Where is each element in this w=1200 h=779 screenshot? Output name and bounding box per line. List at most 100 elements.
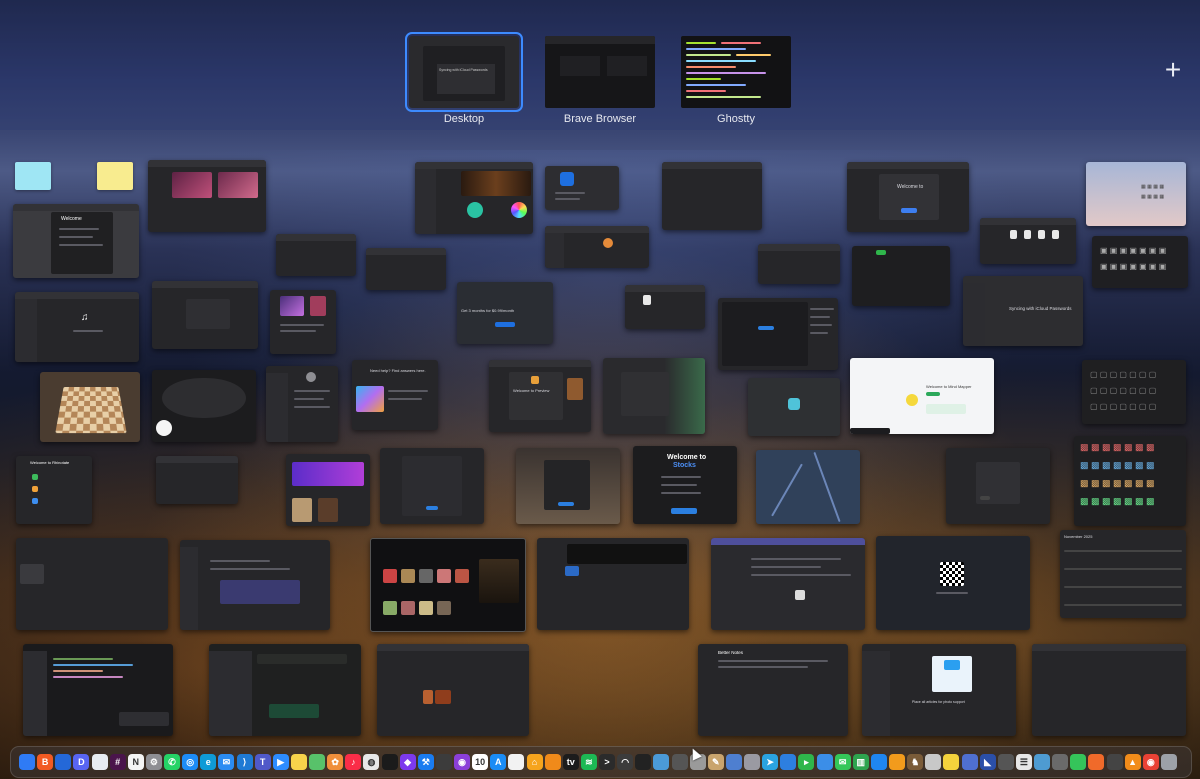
music-icon[interactable]: ♪ bbox=[345, 754, 362, 770]
appstore-icon[interactable]: A bbox=[490, 754, 507, 770]
chrome-icon[interactable]: ◉ bbox=[1142, 754, 1159, 770]
space-desktop[interactable]: Syncing with iCloud Passwords Desktop bbox=[405, 32, 523, 125]
vlc-icon[interactable]: ▲ bbox=[1124, 754, 1141, 770]
mail-icon[interactable]: ✉ bbox=[218, 754, 235, 770]
window-pixelmator[interactable]: Welcome bbox=[13, 204, 139, 278]
window-discord[interactable] bbox=[180, 540, 330, 630]
keychain-icon[interactable] bbox=[744, 754, 760, 770]
sticky-note-yellow[interactable] bbox=[97, 162, 133, 190]
weather-icon[interactable] bbox=[725, 754, 742, 770]
facetime-icon[interactable]: ▸ bbox=[798, 754, 815, 770]
window-finder-small[interactable] bbox=[748, 378, 840, 436]
window-launchpad[interactable]: ▢ ▢ ▢ ▢ ▢ ▢ ▢ ▢ ▢ ▢ ▢ ▢ ▢ ▢ ▢ ▢ ▢ ▢ ▢ ▢ … bbox=[1082, 360, 1186, 424]
window-textedit[interactable] bbox=[625, 285, 705, 329]
messages-blue-icon[interactable] bbox=[780, 754, 797, 770]
window-rhinotate[interactable]: Welcome to Rhinotate bbox=[16, 456, 92, 524]
reminders-icon[interactable] bbox=[508, 754, 525, 770]
terminal-icon[interactable]: > bbox=[599, 754, 615, 770]
obsidian-icon[interactable]: ◆ bbox=[399, 754, 416, 770]
window-app-grid[interactable]: ▩ ▩ ▩ ▩ ▩ ▩ ▩ ▩ ▩ ▩ ▩ ▩ ▩ ▩ ▩ ▩ ▩ ▩ ▩ ▩ … bbox=[1074, 436, 1186, 526]
mindmap-icon[interactable] bbox=[961, 754, 978, 770]
window-empty-dark-large[interactable] bbox=[1032, 644, 1186, 736]
simulator-icon[interactable] bbox=[435, 754, 452, 770]
window-small-dark-4[interactable] bbox=[156, 456, 238, 504]
maps-icon[interactable] bbox=[309, 754, 325, 770]
window-facetime[interactable] bbox=[852, 246, 950, 306]
window-maps[interactable] bbox=[756, 450, 860, 524]
window-notes[interactable] bbox=[152, 281, 258, 349]
window-podcasts[interactable] bbox=[270, 290, 336, 354]
sticky-note-blue[interactable] bbox=[15, 162, 51, 190]
add-space-button[interactable]: + bbox=[1160, 56, 1186, 84]
teams-icon[interactable]: T bbox=[254, 754, 271, 770]
stickies-icon[interactable] bbox=[943, 754, 960, 770]
window-dark-dialog[interactable] bbox=[380, 448, 484, 524]
window-passwords[interactable]: Syncing with iCloud Passwords bbox=[963, 276, 1083, 346]
messages3-icon[interactable] bbox=[1070, 754, 1087, 770]
messages-icon[interactable]: ✉ bbox=[834, 754, 851, 770]
appletv-icon[interactable]: tv bbox=[562, 754, 579, 770]
notion-icon[interactable]: N bbox=[127, 754, 144, 770]
window-small-dark-3[interactable] bbox=[758, 244, 840, 284]
pen-icon[interactable] bbox=[1052, 754, 1069, 770]
window-preview[interactable]: Welcome to Preview bbox=[489, 360, 591, 432]
window-qr-login[interactable] bbox=[876, 536, 1030, 630]
edge-icon[interactable]: e bbox=[200, 754, 217, 770]
print-icon[interactable] bbox=[671, 754, 688, 770]
window-photoshop-like[interactable] bbox=[148, 160, 266, 232]
window-app-promo[interactable] bbox=[286, 454, 370, 526]
keynote-icon[interactable] bbox=[870, 754, 887, 770]
books-icon[interactable] bbox=[544, 754, 561, 770]
mindnode-icon[interactable] bbox=[1034, 754, 1050, 770]
window-pages[interactable]: Need help? Find answers here. bbox=[352, 360, 438, 430]
notes-icon[interactable] bbox=[290, 754, 307, 770]
window-better-notes[interactable]: Better Notes bbox=[698, 644, 848, 736]
chatgpt-icon[interactable]: ◍ bbox=[363, 754, 380, 770]
window-chess[interactable] bbox=[40, 372, 140, 442]
chess-icon[interactable]: ♞ bbox=[907, 754, 924, 770]
window-music[interactable]: ♫ bbox=[15, 292, 139, 362]
window-photos[interactable] bbox=[377, 644, 529, 736]
notes-list-icon[interactable] bbox=[55, 754, 72, 770]
window-spotify[interactable] bbox=[537, 538, 689, 630]
window-calendar[interactable]: November 2025 bbox=[1060, 530, 1186, 618]
window-large-empty[interactable] bbox=[16, 538, 168, 630]
font-icon[interactable] bbox=[925, 754, 942, 770]
github-icon[interactable] bbox=[381, 754, 398, 770]
window-code-editor[interactable] bbox=[23, 644, 173, 736]
brave-icon[interactable]: B bbox=[37, 754, 54, 770]
safari-icon[interactable]: ◎ bbox=[182, 754, 199, 770]
whatsapp-icon[interactable]: ✆ bbox=[164, 754, 180, 770]
window-small-dark-1[interactable] bbox=[276, 234, 356, 276]
window-apple-tv[interactable]: Get 3 months for $0.99/month bbox=[457, 282, 553, 344]
preview-icon[interactable] bbox=[653, 754, 670, 770]
window-welcome-to[interactable]: Welcome to bbox=[847, 162, 969, 232]
finder2-icon[interactable] bbox=[816, 754, 833, 770]
window-support-doc[interactable]: Place all articles for photo support bbox=[862, 644, 1016, 736]
window-xcode-welcome[interactable] bbox=[545, 166, 619, 210]
window-teams[interactable] bbox=[711, 538, 865, 630]
affinity-icon[interactable]: ◣ bbox=[979, 754, 996, 770]
podcasts-icon[interactable]: ◉ bbox=[454, 754, 470, 770]
window-welcome-photo[interactable] bbox=[516, 448, 620, 524]
window-mind-mapper[interactable]: Welcome to Mind Mapper bbox=[850, 358, 994, 434]
launchpad-icon[interactable] bbox=[91, 754, 108, 770]
brush-icon[interactable]: ✎ bbox=[707, 754, 724, 770]
spotify-icon[interactable]: ≋ bbox=[580, 754, 597, 770]
calendar-icon[interactable]: 10 bbox=[472, 754, 489, 770]
window-terminal-blue[interactable] bbox=[718, 298, 838, 370]
discord-icon[interactable]: D bbox=[73, 754, 90, 770]
checklist-icon[interactable]: ☰ bbox=[1015, 754, 1032, 770]
window-maps-overlay[interactable] bbox=[603, 358, 705, 434]
photos-icon[interactable]: ✿ bbox=[327, 754, 344, 770]
wifi-icon[interactable]: ◠ bbox=[617, 754, 634, 770]
settings-icon[interactable]: ⚙ bbox=[145, 754, 162, 770]
finder-icon[interactable] bbox=[19, 754, 35, 770]
window-finder-ai[interactable] bbox=[946, 448, 1050, 524]
window-music-albums[interactable] bbox=[370, 538, 526, 632]
window-empty-dark[interactable] bbox=[662, 162, 762, 230]
window-contacts[interactable] bbox=[545, 226, 649, 268]
window-finder-files[interactable] bbox=[980, 218, 1076, 264]
trash-icon[interactable] bbox=[1160, 754, 1177, 770]
window-settings[interactable] bbox=[266, 366, 338, 442]
